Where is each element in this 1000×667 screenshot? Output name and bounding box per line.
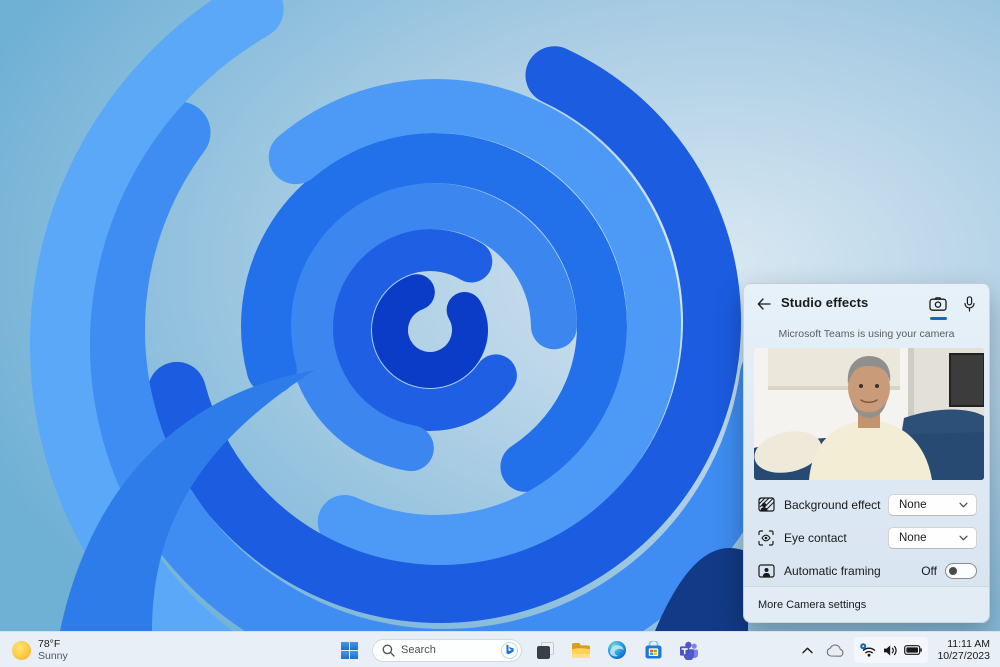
microphone-icon bbox=[964, 296, 975, 312]
weather-widget[interactable]: 78°F Sunny bbox=[4, 632, 76, 667]
file-explorer-button[interactable] bbox=[568, 637, 594, 663]
background-effect-label: Background effect bbox=[784, 498, 888, 512]
tray-time: 11:11 AM bbox=[947, 638, 990, 651]
background-effect-dropdown[interactable]: None bbox=[888, 494, 977, 516]
system-tray: 11:11 AM 10/27/2023 bbox=[798, 632, 998, 667]
microsoft-teams-icon bbox=[679, 641, 699, 660]
background-effect-row: Background effect None bbox=[758, 488, 977, 521]
clock[interactable]: 11:11 AM 10/27/2023 bbox=[933, 638, 998, 663]
chevron-up-icon bbox=[802, 647, 813, 654]
eye-contact-dropdown[interactable]: None bbox=[888, 527, 977, 549]
chevron-down-icon bbox=[959, 502, 968, 508]
search-input[interactable] bbox=[401, 644, 501, 656]
task-view-button[interactable] bbox=[532, 637, 558, 663]
camera-preview bbox=[754, 348, 984, 480]
camera-preview-image bbox=[754, 348, 984, 480]
camera-usage-caption: Microsoft Teams is using your camera bbox=[744, 328, 989, 340]
flyout-title: Studio effects bbox=[781, 295, 868, 310]
task-view-icon bbox=[536, 641, 555, 660]
weather-text: 78°F Sunny bbox=[38, 638, 68, 662]
toggle-state-label: Off bbox=[921, 564, 937, 578]
background-effect-value: None bbox=[899, 499, 959, 511]
microsoft-store-icon bbox=[644, 641, 663, 660]
weather-condition: Sunny bbox=[38, 650, 68, 662]
microsoft-edge-icon bbox=[607, 640, 627, 660]
eye-contact-value: None bbox=[899, 532, 959, 544]
microsoft-store-button[interactable] bbox=[640, 637, 666, 663]
back-button[interactable] bbox=[752, 292, 776, 316]
show-hidden-icons-button[interactable] bbox=[798, 636, 817, 664]
camera-tab[interactable] bbox=[924, 291, 952, 317]
file-explorer-icon bbox=[571, 642, 591, 659]
onedrive-button[interactable] bbox=[822, 636, 849, 664]
microsoft-teams-button[interactable] bbox=[676, 637, 702, 663]
windows-logo-icon bbox=[341, 642, 358, 659]
weather-temperature: 78°F bbox=[38, 638, 68, 650]
more-camera-settings-link[interactable]: More Camera settings bbox=[758, 599, 866, 611]
flyout-header: Studio effects bbox=[744, 284, 989, 322]
camera-icon bbox=[929, 297, 947, 311]
taskbar: 78°F Sunny bbox=[0, 631, 1000, 667]
bing-icon bbox=[501, 642, 518, 659]
start-button[interactable] bbox=[336, 637, 362, 663]
automatic-framing-row: Automatic framing Off bbox=[758, 554, 977, 587]
search-box[interactable] bbox=[372, 639, 522, 662]
automatic-framing-icon bbox=[758, 562, 775, 579]
quick-settings-button[interactable] bbox=[854, 637, 928, 663]
eye-contact-row: Eye contact None bbox=[758, 521, 977, 554]
studio-effects-flyout: Studio effects Microsoft Teams is using … bbox=[743, 283, 990, 623]
wifi-icon bbox=[860, 643, 877, 657]
chevron-down-icon bbox=[959, 535, 968, 541]
active-tab-indicator bbox=[930, 317, 947, 320]
automatic-framing-toggle[interactable] bbox=[945, 563, 977, 579]
automatic-framing-label: Automatic framing bbox=[784, 564, 921, 578]
cloud-icon bbox=[826, 644, 845, 657]
taskbar-center bbox=[336, 632, 702, 667]
tray-date: 10/27/2023 bbox=[937, 650, 990, 663]
eye-contact-label: Eye contact bbox=[784, 531, 888, 545]
eye-contact-icon bbox=[758, 529, 775, 546]
sun-icon bbox=[12, 641, 31, 660]
background-effect-icon bbox=[758, 496, 775, 513]
flyout-footer: More Camera settings bbox=[744, 586, 989, 622]
toggle-knob bbox=[949, 567, 957, 575]
battery-icon bbox=[904, 645, 922, 655]
speaker-icon bbox=[883, 644, 898, 657]
automatic-framing-control: Off bbox=[921, 563, 977, 579]
windows-desktop: Studio effects Microsoft Teams is using … bbox=[0, 0, 1000, 667]
microphone-tab[interactable] bbox=[955, 291, 983, 317]
search-icon bbox=[382, 644, 395, 657]
arrow-left-icon bbox=[757, 298, 771, 310]
microsoft-edge-button[interactable] bbox=[604, 637, 630, 663]
